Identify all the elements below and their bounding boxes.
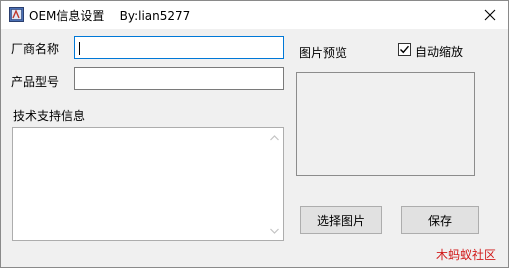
scroll-up-icon[interactable] xyxy=(270,135,279,141)
vertical-scrollbar[interactable] xyxy=(266,128,283,240)
title-bar[interactable]: OEM信息设置 By:lian5277 xyxy=(1,1,508,29)
close-button[interactable] xyxy=(472,1,508,29)
auto-scale-label[interactable]: 自动缩放 xyxy=(415,43,463,60)
select-image-button[interactable]: 选择图片 xyxy=(300,206,382,234)
checkmark-icon xyxy=(400,45,410,54)
scroll-down-icon[interactable] xyxy=(270,228,279,234)
support-info-textarea[interactable] xyxy=(12,127,284,241)
oem-settings-window: OEM信息设置 By:lian5277 厂商名称 产品型号 技术支持信息 图片预… xyxy=(0,0,509,268)
close-icon xyxy=(484,9,496,21)
text-caret xyxy=(79,42,80,55)
support-info-label: 技术支持信息 xyxy=(13,109,86,123)
save-button[interactable]: 保存 xyxy=(401,206,479,234)
vendor-name-label: 厂商名称 xyxy=(11,42,60,56)
vendor-name-input[interactable] xyxy=(74,36,284,59)
product-model-input[interactable] xyxy=(74,67,284,90)
watermark-text: 木蚂蚁社区 xyxy=(435,248,496,262)
application-icon xyxy=(9,7,24,22)
product-model-label: 产品型号 xyxy=(11,75,60,89)
client-area: 厂商名称 产品型号 技术支持信息 图片预览 自动缩放 选择图片 保存 木蚂蚁社区 xyxy=(1,29,508,267)
window-title: OEM信息设置 By:lian5277 xyxy=(29,9,191,23)
image-preview-label: 图片预览 xyxy=(299,46,348,60)
auto-scale-checkbox[interactable] xyxy=(398,43,411,56)
image-preview-box xyxy=(296,72,475,176)
